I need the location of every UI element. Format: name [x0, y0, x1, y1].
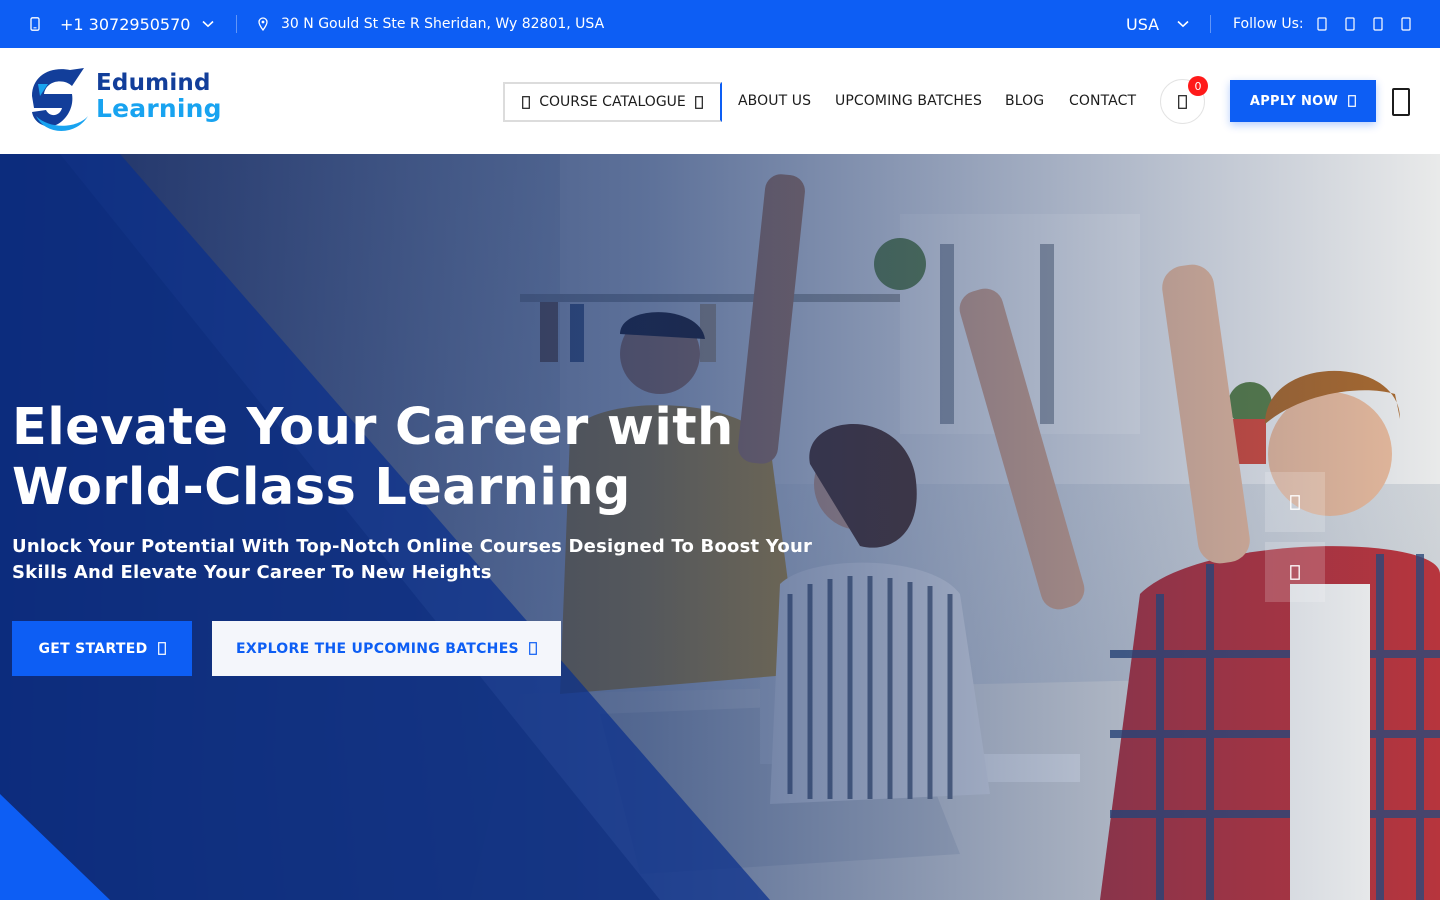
nav-contact[interactable]: CONTACT	[1069, 82, 1136, 120]
logo-text-line2: Learning	[96, 94, 222, 123]
apply-now-button[interactable]: APPLY NOW	[1230, 80, 1376, 122]
phone-number[interactable]: +1 3072950570	[60, 0, 190, 48]
get-started-label: GET STARTED	[38, 640, 148, 657]
hero-background-image	[0, 154, 1440, 900]
top-bar: +1 3072950570 30 N Gould St Ste R Sherid…	[0, 0, 1440, 48]
country-selector[interactable]: USA	[1126, 0, 1159, 48]
address-text: 30 N Gould St Ste R Sheridan, Wy 82801, …	[281, 16, 605, 32]
cart-icon	[1178, 94, 1187, 109]
arrow-up-icon	[1290, 494, 1300, 510]
cart-count-badge: 0	[1188, 76, 1208, 96]
nav-upcoming-batches[interactable]: UPCOMING BATCHES	[835, 82, 982, 120]
site-header: Edumind Learning COURSE CATALOGUE ABOUT …	[0, 48, 1440, 154]
follow-label: Follow Us:	[1233, 16, 1304, 32]
divider	[236, 15, 237, 33]
twitter-icon[interactable]	[1345, 0, 1355, 48]
logo-mark-icon	[32, 68, 88, 131]
hero-section: Elevate Your Career with World-Class Lea…	[0, 154, 1440, 900]
apply-now-label: APPLY NOW	[1249, 93, 1339, 109]
hero-title: Elevate Your Career with World-Class Lea…	[12, 398, 832, 518]
arrow-right-icon	[529, 642, 537, 655]
divider	[1210, 15, 1211, 33]
linkedin-icon[interactable]	[1373, 0, 1383, 48]
arrow-right-icon	[1348, 95, 1357, 107]
chevron-down-icon[interactable]	[202, 0, 214, 48]
chevron-down-icon	[694, 95, 703, 109]
hero-subtitle-line1: Unlock Your Potential With Top-Notch Onl…	[12, 536, 813, 557]
slider-prev-button[interactable]	[1265, 472, 1325, 532]
chevron-down-icon[interactable]	[1177, 0, 1189, 48]
hero-title-line1: Elevate Your Career with	[12, 398, 734, 457]
hero-title-line2: World-Class Learning	[12, 458, 631, 517]
course-catalogue-button[interactable]: COURSE CATALOGUE	[503, 82, 722, 122]
arrow-down-icon	[1290, 564, 1300, 580]
nav-blog[interactable]: BLOG	[1005, 82, 1044, 120]
course-catalogue-label: COURSE CATALOGUE	[539, 94, 686, 110]
get-started-button[interactable]: GET STARTED	[12, 621, 192, 676]
explore-batches-label: EXPLORE THE UPCOMING BATCHES	[236, 640, 519, 657]
instagram-icon[interactable]	[1401, 0, 1411, 48]
facebook-icon[interactable]	[1317, 0, 1327, 48]
nav-about-us[interactable]: ABOUT US	[738, 82, 811, 120]
arrow-right-icon	[157, 642, 166, 655]
grid-icon	[522, 95, 531, 109]
explore-batches-button[interactable]: EXPLORE THE UPCOMING BATCHES	[212, 621, 561, 676]
phone-icon	[30, 0, 40, 48]
slider-next-button[interactable]	[1265, 542, 1325, 602]
logo-text-line1: Edumind	[96, 70, 211, 96]
hero-subtitle: Unlock Your Potential With Top-Notch Onl…	[12, 534, 832, 586]
site-logo[interactable]: Edumind Learning	[28, 66, 228, 134]
menu-toggle-icon[interactable]	[1392, 88, 1410, 116]
location-icon	[258, 0, 268, 48]
hero-subtitle-line2: Skills And Elevate Your Career To New He…	[12, 562, 492, 583]
